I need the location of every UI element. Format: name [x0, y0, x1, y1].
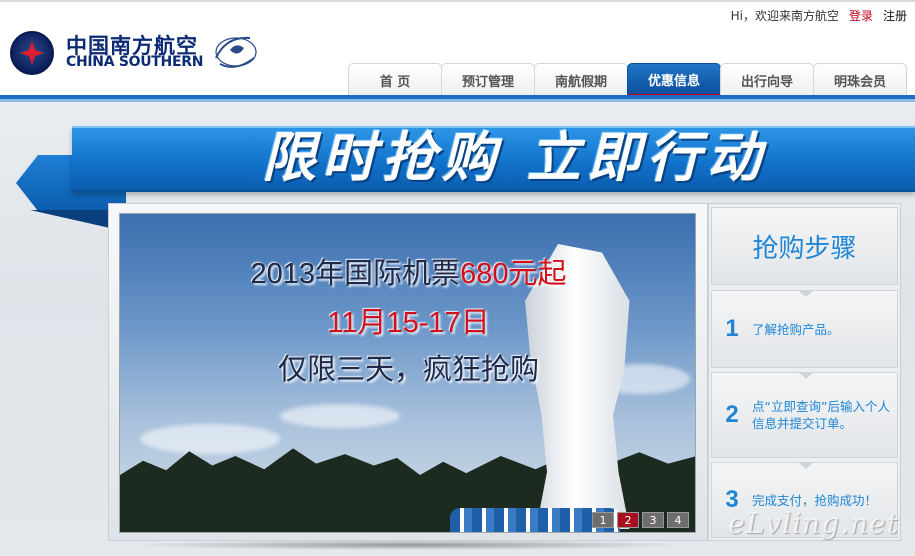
logo-english-name: CHINA SOUTHERN	[66, 54, 204, 70]
step-text: 点“立即查询”后输入个人信息并提交订单。	[752, 399, 890, 431]
banner-headline-prefix: 2013年国际机票	[250, 258, 461, 290]
step-item: 2 点“立即查询”后输入个人信息并提交订单。	[711, 372, 898, 458]
top-border	[0, 0, 915, 2]
banner-price: 680元起	[460, 258, 567, 290]
slide-1-button[interactable]: 1	[592, 512, 614, 528]
skyteam-logo-icon	[215, 36, 257, 68]
banner-dates: 11月15-17日	[327, 307, 490, 339]
slide-3-button[interactable]: 3	[642, 512, 664, 528]
greeting-text: Hi，欢迎来南方航空	[730, 9, 839, 23]
arrow-down-icon	[798, 290, 814, 297]
tab-holidays[interactable]: 南航假期	[534, 63, 628, 97]
arrow-down-icon	[798, 372, 814, 379]
step-number: 2	[725, 401, 739, 428]
watermark: eLvling.net	[728, 507, 899, 540]
promo-title: 限时抢购 立即行动	[262, 126, 767, 189]
kapok-logo-icon	[10, 31, 54, 75]
tab-promotions[interactable]: 优惠信息	[627, 63, 721, 97]
slider-pagination: 1 2 3 4	[592, 512, 689, 528]
banner-shadow	[130, 540, 690, 550]
promo-banner[interactable]: 2013年国际机票680元起 11月15-17日 仅限三天，疯狂抢购 1 2 3…	[119, 213, 696, 533]
tab-home[interactable]: 首 页	[348, 63, 442, 97]
steps-panel: 抢购步骤 1 了解抢购产品。 2 点“立即查询”后输入个人信息并提交订单。 3 …	[708, 203, 901, 541]
tab-booking[interactable]: 预订管理	[441, 63, 535, 97]
slide-2-button[interactable]: 2	[617, 512, 639, 528]
cloud-decoration	[280, 404, 400, 428]
login-link[interactable]: 登录	[849, 8, 873, 24]
main-nav: 首 页 预订管理 南航假期 优惠信息 出行向导 明珠会员	[348, 63, 907, 97]
slide-4-button[interactable]: 4	[667, 512, 689, 528]
cloud-decoration	[140, 424, 280, 454]
steps-title: 抢购步骤	[711, 207, 898, 285]
step-item: 1 了解抢购产品。	[711, 290, 898, 368]
user-bar: Hi，欢迎来南方航空 登录 注册	[731, 8, 907, 24]
tab-membership[interactable]: 明珠会员	[813, 63, 907, 97]
step-text: 了解抢购产品。	[752, 321, 840, 337]
arrow-down-icon	[798, 462, 814, 469]
step-number: 1	[725, 315, 739, 342]
banner-headline: 2013年国际机票680元起	[120, 250, 695, 292]
tab-travel-guide[interactable]: 出行向导	[720, 63, 814, 97]
banner-slogan: 仅限三天，疯狂抢购	[277, 354, 539, 386]
logo[interactable]: 中国南方航空 CHINA SOUTHERN	[10, 28, 260, 76]
register-link[interactable]: 注册	[883, 8, 907, 24]
step-text: 完成支付，抢购成功！	[752, 492, 878, 508]
